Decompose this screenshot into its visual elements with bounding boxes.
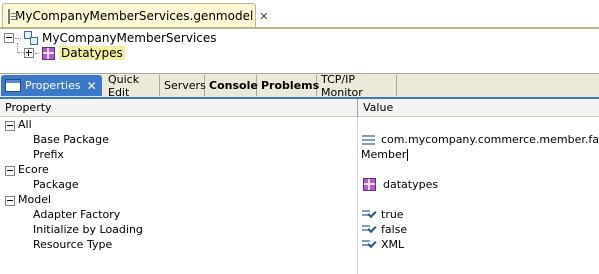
editor-tab-genmodel[interactable]: MyCompanyMemberServices.genmodel ✕	[2, 3, 269, 28]
property-row-prefix[interactable]: Prefix Member	[0, 148, 599, 163]
tree-item-label: MyCompanyMemberServices	[42, 31, 217, 45]
column-resize-handle[interactable]	[357, 99, 358, 117]
property-name: Package	[33, 178, 79, 191]
collapse-icon[interactable]	[5, 166, 15, 176]
properties-icon	[5, 79, 21, 92]
tree-item-root[interactable]: MyCompanyMemberServices	[4, 30, 217, 46]
property-value-text: com.mycompany.commerce.member.facade	[381, 133, 599, 146]
genmodel-tree: MyCompanyMemberServices Datatypes	[4, 29, 598, 69]
close-icon[interactable]: ✕	[87, 79, 97, 93]
editor-tab-bar: MyCompanyMemberServices.genmodel ✕	[0, 0, 599, 30]
tree-item-datatypes[interactable]: Datatypes	[24, 45, 125, 61]
property-value-text: datatypes	[383, 178, 439, 191]
property-row-resource-type[interactable]: Resource Type XML	[0, 238, 599, 253]
collapse-icon[interactable]	[4, 33, 14, 43]
view-tab-bar: Properties ✕ Quick Edit Servers Console …	[0, 72, 599, 99]
tab-label: Console	[209, 79, 258, 92]
text-caret	[407, 148, 409, 161]
genmodel-file-icon	[8, 8, 17, 24]
tab-problems[interactable]: Problems	[257, 75, 320, 96]
property-name: Base Package	[33, 133, 109, 146]
genmodel-icon	[24, 31, 38, 45]
tab-quick-edit[interactable]: Quick Edit	[104, 72, 160, 99]
property-name: Initialize by Loading	[33, 223, 143, 236]
tab-label: TCP/IP Monitor	[321, 72, 363, 99]
property-row-adapter-factory[interactable]: Adapter Factory true	[0, 208, 599, 223]
property-name: Adapter Factory	[33, 208, 121, 221]
category-model[interactable]: Model	[0, 193, 599, 208]
enum-property-icon	[362, 238, 377, 250]
property-value[interactable]: false	[362, 223, 407, 236]
category-label: All	[18, 118, 32, 131]
property-row-initialize-by-loading[interactable]: Initialize by Loading false	[0, 223, 599, 238]
column-header-property[interactable]: Property	[5, 101, 52, 114]
property-value[interactable]: XML	[362, 238, 404, 251]
category-label: Ecore	[18, 163, 49, 176]
column-header-value[interactable]: Value	[363, 101, 393, 114]
category-ecore[interactable]: Ecore	[0, 163, 599, 178]
category-all[interactable]: All	[0, 118, 599, 133]
close-icon[interactable]: ✕	[259, 10, 268, 23]
property-name: Prefix	[33, 148, 64, 161]
property-value-text: true	[381, 208, 404, 221]
tab-properties[interactable]: Properties ✕	[1, 75, 102, 96]
tab-label: Servers	[164, 79, 206, 92]
editor-tab-label: MyCompanyMemberServices.genmodel	[15, 9, 254, 23]
property-name: Resource Type	[33, 238, 113, 251]
tab-servers[interactable]: Servers	[160, 75, 206, 96]
property-value-text: Member	[361, 148, 407, 161]
prefix-input[interactable]: Member	[361, 148, 409, 161]
tab-label: Properties	[25, 79, 81, 92]
expand-icon[interactable]	[24, 48, 34, 58]
package-icon	[363, 178, 376, 191]
boolean-property-icon	[362, 208, 377, 220]
tree-item-label: Datatypes	[59, 46, 125, 60]
collapse-icon[interactable]	[5, 196, 15, 206]
boolean-property-icon	[362, 223, 377, 235]
properties-table-header: Property Value	[0, 99, 599, 117]
property-value-text: XML	[381, 238, 405, 251]
tab-label: Problems	[261, 79, 320, 92]
tab-label: Quick Edit	[108, 72, 140, 99]
collapse-icon[interactable]	[5, 121, 15, 131]
property-row-package[interactable]: Package datatypes	[0, 178, 599, 193]
property-value-text: false	[381, 223, 408, 236]
property-value[interactable]: datatypes	[362, 178, 438, 191]
package-icon	[42, 46, 55, 60]
property-value[interactable]: com.mycompany.commerce.member.facade	[362, 133, 599, 146]
tab-tcpip-monitor[interactable]: TCP/IP Monitor	[317, 72, 397, 99]
property-value[interactable]: true	[362, 208, 404, 221]
category-label: Model	[18, 193, 52, 206]
property-row-base-package[interactable]: Base Package com.mycompany.commerce.memb…	[0, 133, 599, 148]
text-property-icon	[362, 134, 376, 145]
tab-console[interactable]: Console	[205, 75, 258, 96]
